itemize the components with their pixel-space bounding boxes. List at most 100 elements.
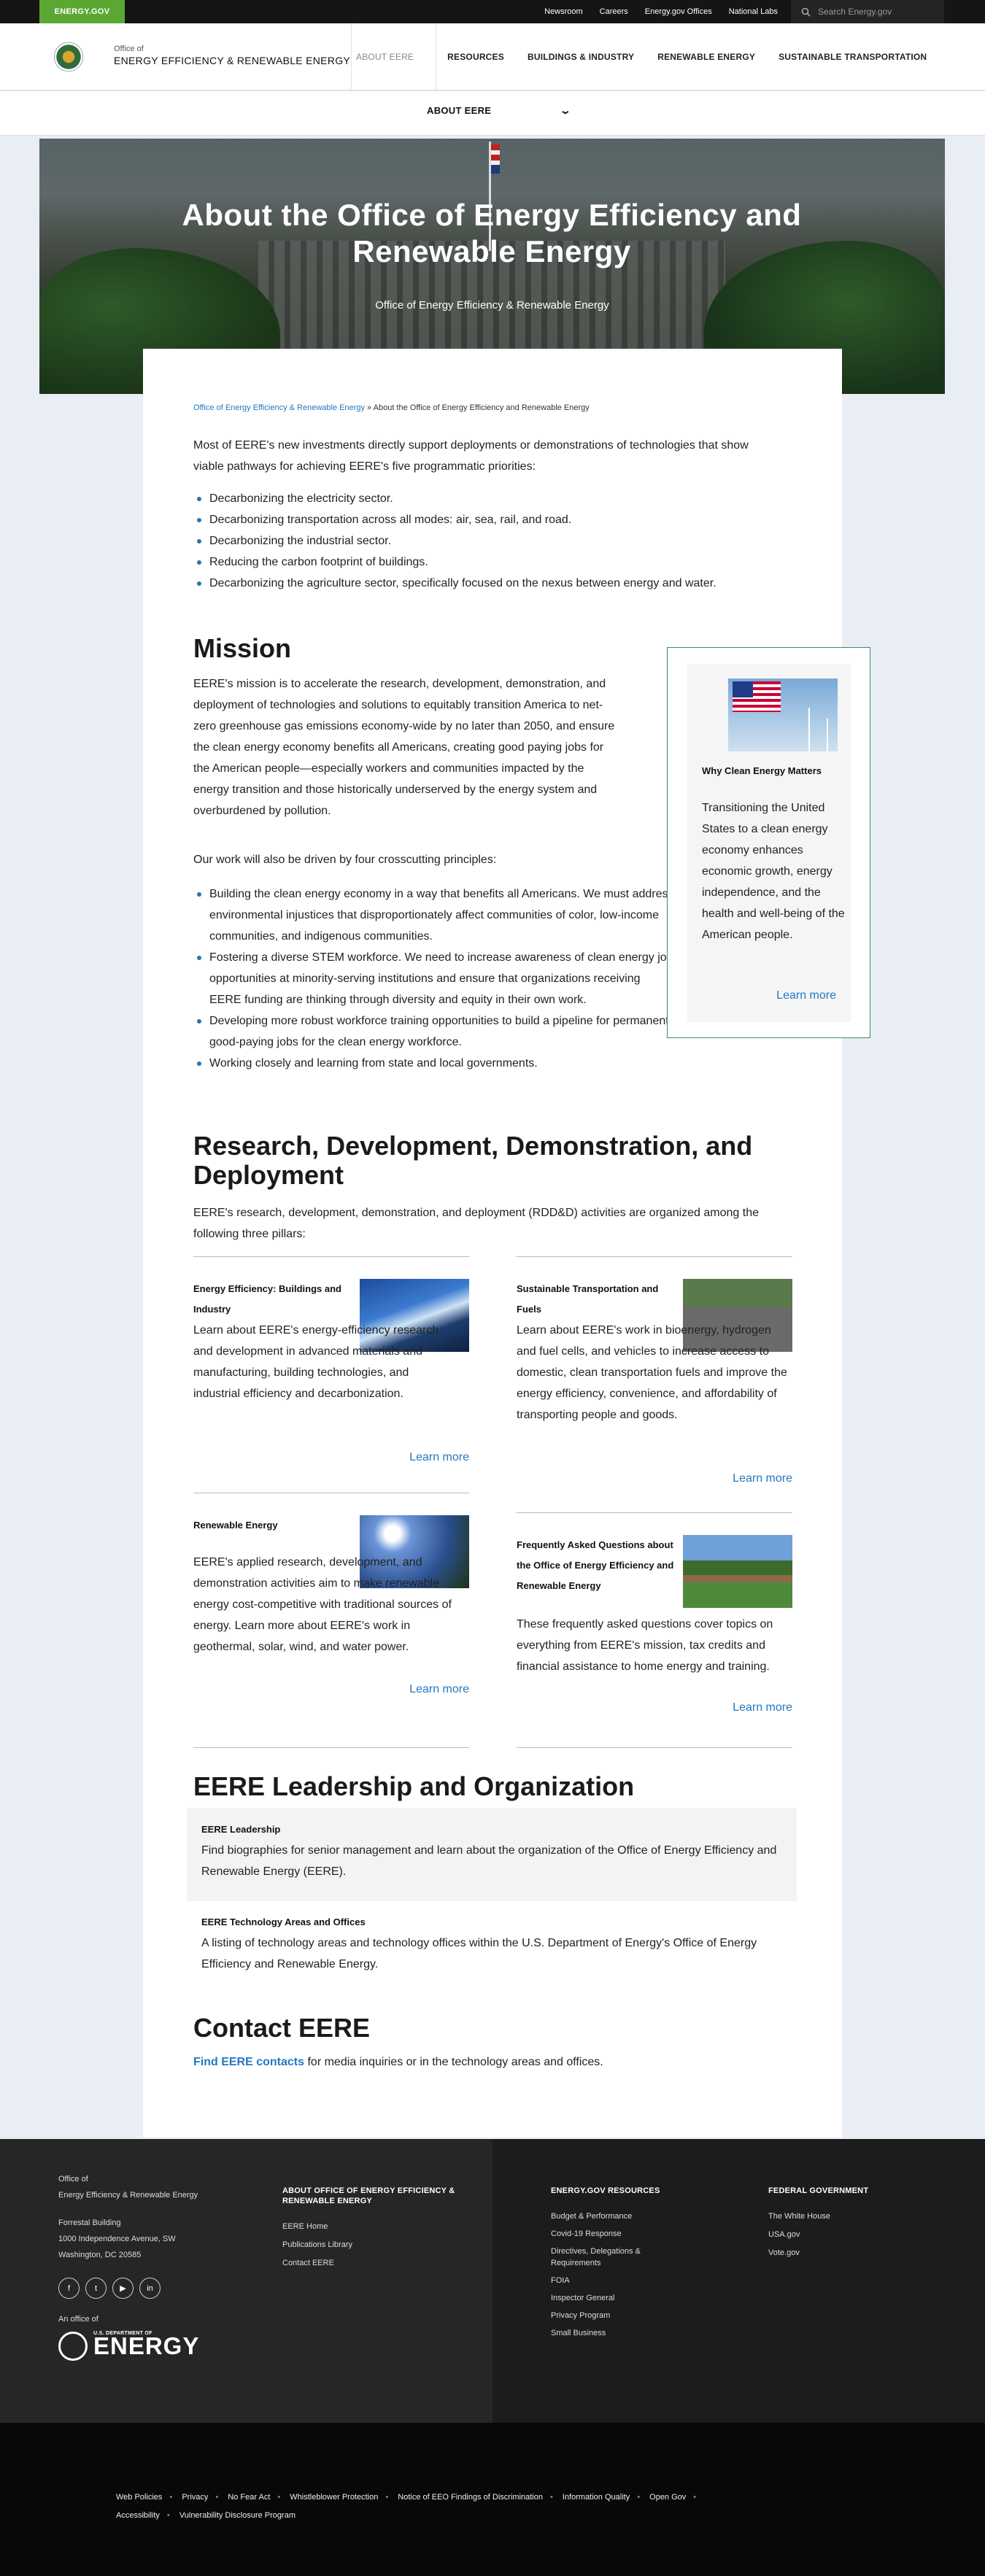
list-item: Working closely and learning from state … [193,1053,675,1074]
leadership-text: Find biographies for senior management a… [201,1844,777,1878]
policy-link[interactable]: Accessibility [116,2511,160,2520]
tech-areas-text: A listing of technology areas and techno… [201,1937,757,1970]
mission-text: EERE's mission is to accelerate the rese… [193,678,615,817]
footer-office-sub: Office of [58,2175,88,2184]
office-of-label: An office of [58,2315,98,2324]
footer-federal-heading: FEDERAL GOVERNMENT [768,2186,869,2195]
sidebar-box: Why Clean Energy Matters Transitioning t… [667,647,870,1038]
nav-renewable-energy[interactable]: RENEWABLE ENERGY [657,52,755,62]
leadership-item[interactable]: EERE Leadership Find biographies for sen… [187,1808,797,1901]
divider [517,1747,792,1748]
top-link-careers[interactable]: Careers [600,7,628,16]
footer-link[interactable]: Vote.gov [768,2244,900,2262]
pillar-title[interactable]: Renewable Energy [193,1515,354,1536]
search-placeholder: Search Energy.gov [818,7,892,17]
chevron-down-icon: ⌄ [559,104,572,116]
nav-resources[interactable]: RESOURCES [447,52,504,62]
footer-office-name[interactable]: Energy Efficiency & Renewable Energy [58,2187,248,2203]
leadership-title[interactable]: EERE Leadership [201,1824,280,1835]
footer-link[interactable]: FOIA [551,2272,682,2289]
sidebar-title[interactable]: Why Clean Energy Matters [702,761,841,781]
footer-link[interactable]: Directives, Delegations & Requirements [551,2246,682,2269]
site-name[interactable]: ENERGY EFFICIENCY & RENEWABLE ENERGY [114,55,350,66]
dropdown-label: ABOUT EERE [427,105,492,116]
policy-link[interactable]: Whistleblower Protection [290,2493,378,2502]
doe-big: ENERGY [93,2332,200,2359]
policy-link[interactable]: No Fear Act [228,2493,270,2502]
policy-link[interactable]: Vulnerability Disclosure Program [179,2511,296,2520]
top-link-offices[interactable]: Energy.gov Offices [645,7,712,16]
contact-text: Find EERE contacts for media inquiries o… [193,2051,777,2073]
footer-link[interactable]: Publications Library [282,2236,457,2254]
policy-link[interactable]: Information Quality [563,2493,630,2502]
tech-areas-item[interactable]: EERE Technology Areas and Offices A list… [187,1900,797,1981]
list-item: Developing more robust workforce trainin… [193,1010,675,1053]
footer-link[interactable]: Budget & Performance [551,2208,682,2225]
social-links: f t ▶ in [58,2278,161,2299]
top-bar: ENERGY.GOV Newsroom Careers Energy.gov O… [0,0,985,23]
twitter-icon[interactable]: t [85,2278,107,2299]
nav-sustainable-transportation[interactable]: SUSTAINABLE TRANSPORTATION [779,52,927,62]
about-eere-dropdown[interactable]: ABOUT EERE ⌄ [427,104,572,117]
pillar-transportation: Sustainable Transportation and Fuels Lea… [517,1256,792,1497]
hero-subtitle: Office of Energy Efficiency & Renewable … [375,299,609,312]
learn-more-link[interactable]: Learn more [409,1451,469,1464]
footer-about-col: ABOUT OFFICE OF ENERGY EFFICIENCY & RENE… [282,2186,457,2273]
footer-link[interactable]: Small Business [551,2324,682,2342]
footer-link[interactable]: Covid-19 Response [551,2225,682,2243]
footer-link[interactable]: Privacy Program [551,2307,682,2324]
top-link-labs[interactable]: National Labs [729,7,778,16]
footer-about-heading: ABOUT OFFICE OF ENERGY EFFICIENCY & RENE… [282,2186,455,2205]
policy-link[interactable]: Web Policies [116,2493,162,2502]
sidebar-text: Transitioning the United States to a cle… [702,802,845,941]
pillar-faq: Frequently Asked Questions about the Off… [517,1512,792,1731]
doe-seal-icon[interactable] [54,42,83,71]
footer-link[interactable]: USA.gov [768,2226,900,2244]
youtube-icon[interactable]: ▶ [112,2278,134,2299]
sub-nav: ABOUT EERE ⌄ [0,90,985,136]
pillar-title[interactable]: Energy Efficiency: Buildings and Industr… [193,1279,354,1320]
pillar-title[interactable]: Sustainable Transportation and Fuels [517,1279,677,1320]
list-item: Decarbonizing the agriculture sector, sp… [193,573,777,594]
rdd-heading: Research, Development, Demonstration, an… [193,1131,753,1190]
policy-link[interactable]: Notice of EEO Findings of Discrimination [398,2493,543,2502]
learn-more-link[interactable]: Learn more [409,1683,469,1696]
footer-link[interactable]: Contact EERE [282,2254,457,2273]
pillar-title[interactable]: Frequently Asked Questions about the Off… [517,1535,677,1596]
learn-more-link[interactable]: Learn more [733,1472,792,1485]
rdd-intro: EERE's research, development, demonstrat… [193,1207,759,1240]
footer-address: 1000 Independence Avenue, SW [58,2235,176,2243]
nav-about-eere[interactable]: ABOUT EERE [356,52,414,62]
doe-logo[interactable]: U.S. DEPARTMENT OF ENERGY [58,2331,200,2361]
pillar-renewable: Renewable Energy EERE's applied research… [193,1493,469,1711]
policy-links: Web Policies • Privacy • No Fear Act • Whis… [116,2493,697,2520]
learn-more-link[interactable]: Learn more [776,989,836,1002]
list-item: Building the clean energy economy in a w… [193,883,675,947]
find-contacts-link[interactable]: Find EERE contacts [193,2056,304,2068]
facebook-icon[interactable]: f [58,2278,80,2299]
main-nav: ABOUT EERE RESOURCES BUILDINGS & INDUSTR… [356,23,927,90]
energy-gov-logo[interactable]: ENERGY.GOV [39,0,125,23]
nav-buildings-industry[interactable]: BUILDINGS & INDUSTRY [528,52,634,62]
pillar-text: Learn about EERE's energy-efficiency res… [193,1324,439,1400]
doe-small: U.S. DEPARTMENT OF [93,2331,152,2336]
footer-link[interactable]: The White House [768,2208,900,2226]
footer-link[interactable]: EERE Home [282,2218,457,2236]
top-link-newsroom[interactable]: Newsroom [544,7,583,16]
linkedin-icon[interactable]: in [139,2278,161,2299]
pillar-image [683,1535,792,1608]
footer-link[interactable]: Inspector General [551,2289,682,2307]
search-input[interactable]: Search Energy.gov [791,0,944,23]
site-subtitle: Office of [114,45,144,53]
list-item: Decarbonizing the industrial sector. [193,530,777,552]
sidebar-image [728,678,838,751]
tech-areas-title[interactable]: EERE Technology Areas and Offices [201,1916,366,1927]
policy-link[interactable]: Open Gov [649,2493,686,2502]
footer-address: Forrestal Building [58,2219,121,2227]
policy-link[interactable]: Privacy [182,2493,208,2502]
learn-more-link[interactable]: Learn more [733,1701,792,1714]
list-item: Decarbonizing transportation across all … [193,509,777,530]
breadcrumb-link[interactable]: Office of Energy Efficiency & Renewable … [193,403,365,412]
header-divider [351,23,352,90]
footer-office: Office of Energy Efficiency & Renewable … [58,2171,248,2263]
